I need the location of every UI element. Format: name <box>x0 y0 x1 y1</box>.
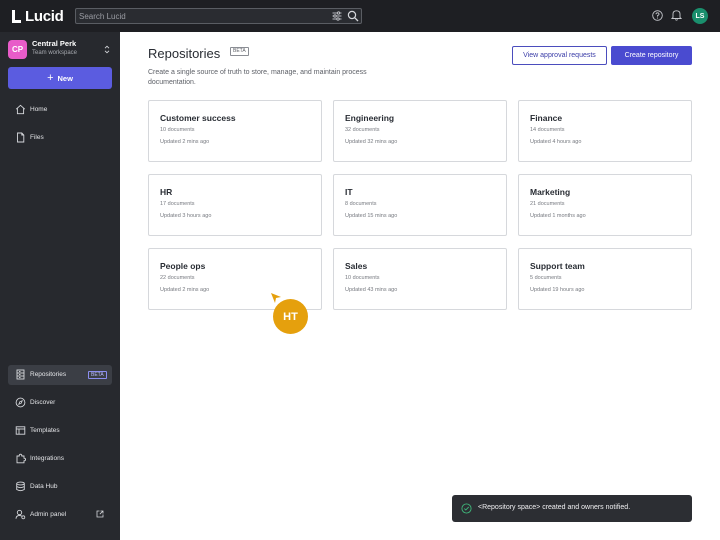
repository-name: IT <box>345 187 353 197</box>
sidebar-item-label: Admin panel <box>30 511 67 518</box>
repository-document-count: 8 documents <box>345 201 377 207</box>
sidebar-item-label: Integrations <box>30 455 64 462</box>
view-approval-requests-button[interactable]: View approval requests <box>512 46 607 65</box>
repository-name: Engineering <box>345 113 395 123</box>
top-bar: Lucid LS <box>0 0 720 32</box>
help-icon[interactable] <box>652 10 663 21</box>
title-beta-badge: BETA <box>230 47 249 56</box>
repository-icon <box>16 369 25 380</box>
sidebar-item-integrations[interactable]: Integrations <box>8 449 112 469</box>
sidebar-item-label: Data Hub <box>30 483 58 490</box>
repository-updated: Updated 43 mins ago <box>345 287 398 293</box>
home-icon <box>15 104 26 115</box>
lucid-logo-text: Lucid <box>25 7 64 25</box>
repository-updated: Updated 32 mins ago <box>345 139 398 145</box>
search-input[interactable] <box>79 10 319 22</box>
repository-card[interactable]: Marketing 21 documents Updated 1 months … <box>518 174 692 236</box>
repository-updated: Updated 19 hours ago <box>530 287 585 293</box>
sidebar-item-templates[interactable]: Templates <box>8 421 112 441</box>
repository-document-count: 10 documents <box>345 275 380 281</box>
create-repository-button[interactable]: Create repository <box>611 46 692 65</box>
sidebar-item-files[interactable]: Files <box>8 128 112 148</box>
repository-card[interactable]: Customer success 10 documents Updated 2 … <box>148 100 322 162</box>
repository-updated: Updated 2 mins ago <box>160 287 210 293</box>
repository-name: Finance <box>530 113 563 123</box>
repository-name: Support team <box>530 261 585 271</box>
compass-icon <box>15 397 26 408</box>
repository-card[interactable]: Engineering 32 documents Updated 32 mins… <box>333 100 507 162</box>
database-icon <box>16 481 25 492</box>
workspace-badge: CP <box>8 40 27 59</box>
repository-card[interactable]: IT 8 documents Updated 15 mins ago <box>333 174 507 236</box>
repository-document-count: 21 documents <box>530 201 565 207</box>
repository-card[interactable]: HR 17 documents Updated 3 hours ago <box>148 174 322 236</box>
notifications-bell-icon[interactable] <box>671 9 682 21</box>
sidebar-item-label: Repositories <box>30 371 67 378</box>
file-icon <box>17 132 25 143</box>
repository-updated: Updated 15 mins ago <box>345 213 398 219</box>
sidebar-item-discover[interactable]: Discover <box>8 393 112 413</box>
admin-icon <box>15 509 26 520</box>
repository-document-count: 32 documents <box>345 127 380 133</box>
page-title: Repositories <box>148 46 221 61</box>
sidebar-item-label: Home <box>30 106 48 113</box>
repository-document-count: 22 documents <box>160 275 195 281</box>
repository-document-count: 10 documents <box>160 127 195 133</box>
lucid-logo[interactable]: Lucid <box>12 7 64 25</box>
workspace-name: Central Perk <box>32 39 77 48</box>
workspace-subtitle: Team workspace <box>32 50 78 56</box>
filter-sliders-icon[interactable] <box>332 11 342 21</box>
repository-updated: Updated 4 hours ago <box>530 139 582 145</box>
search-icon[interactable] <box>347 10 359 22</box>
template-icon <box>15 426 26 435</box>
repository-document-count: 5 documents <box>530 275 562 281</box>
collaborator-cursor-badge: HT <box>273 299 308 334</box>
repository-updated: Updated 3 hours ago <box>160 213 212 219</box>
sidebar-item-data-hub[interactable]: Data Hub <box>8 477 112 497</box>
sidebar-item-label: Discover <box>30 399 56 406</box>
plus-icon: + <box>47 71 54 84</box>
sidebar: CP Central Perk Team workspace + New Hom… <box>0 32 120 540</box>
chevron-up-down-icon <box>104 45 110 54</box>
repository-name: People ops <box>160 261 206 271</box>
workspace-switcher[interactable]: CP Central Perk Team workspace <box>8 38 112 60</box>
repository-document-count: 17 documents <box>160 201 195 207</box>
sidebar-item-repositories[interactable]: Repositories BETA <box>8 365 112 385</box>
new-button[interactable]: + New <box>8 67 112 89</box>
repository-updated: Updated 1 months ago <box>530 213 586 219</box>
external-link-icon <box>96 510 104 518</box>
sidebar-item-admin-panel[interactable]: Admin panel <box>8 505 112 525</box>
repository-name: Sales <box>345 261 368 271</box>
beta-badge: BETA <box>88 371 107 379</box>
success-check-icon <box>461 503 472 514</box>
repository-name: Marketing <box>530 187 571 197</box>
user-avatar[interactable]: LS <box>692 8 708 24</box>
toast-notification: <Repository space> created and owners no… <box>452 495 692 522</box>
repository-document-count: 14 documents <box>530 127 565 133</box>
toast-message: <Repository space> created and owners no… <box>478 504 631 511</box>
lucid-logo-mark-icon <box>12 9 22 23</box>
new-button-label: New <box>57 73 73 83</box>
repository-card[interactable]: Finance 14 documents Updated 4 hours ago <box>518 100 692 162</box>
sidebar-item-label: Templates <box>30 427 60 434</box>
search-bar <box>75 8 362 24</box>
sidebar-item-label: Files <box>30 134 44 141</box>
sidebar-item-home[interactable]: Home <box>8 100 112 120</box>
repository-name: Customer success <box>160 113 236 123</box>
repository-updated: Updated 2 mins ago <box>160 139 210 145</box>
repository-card[interactable]: Sales 10 documents Updated 43 mins ago <box>333 248 507 310</box>
page-description: Create a single source of truth to store… <box>148 69 367 86</box>
puzzle-icon <box>16 453 26 464</box>
repository-card[interactable]: Support team 5 documents Updated 19 hour… <box>518 248 692 310</box>
repository-name: HR <box>160 187 173 197</box>
